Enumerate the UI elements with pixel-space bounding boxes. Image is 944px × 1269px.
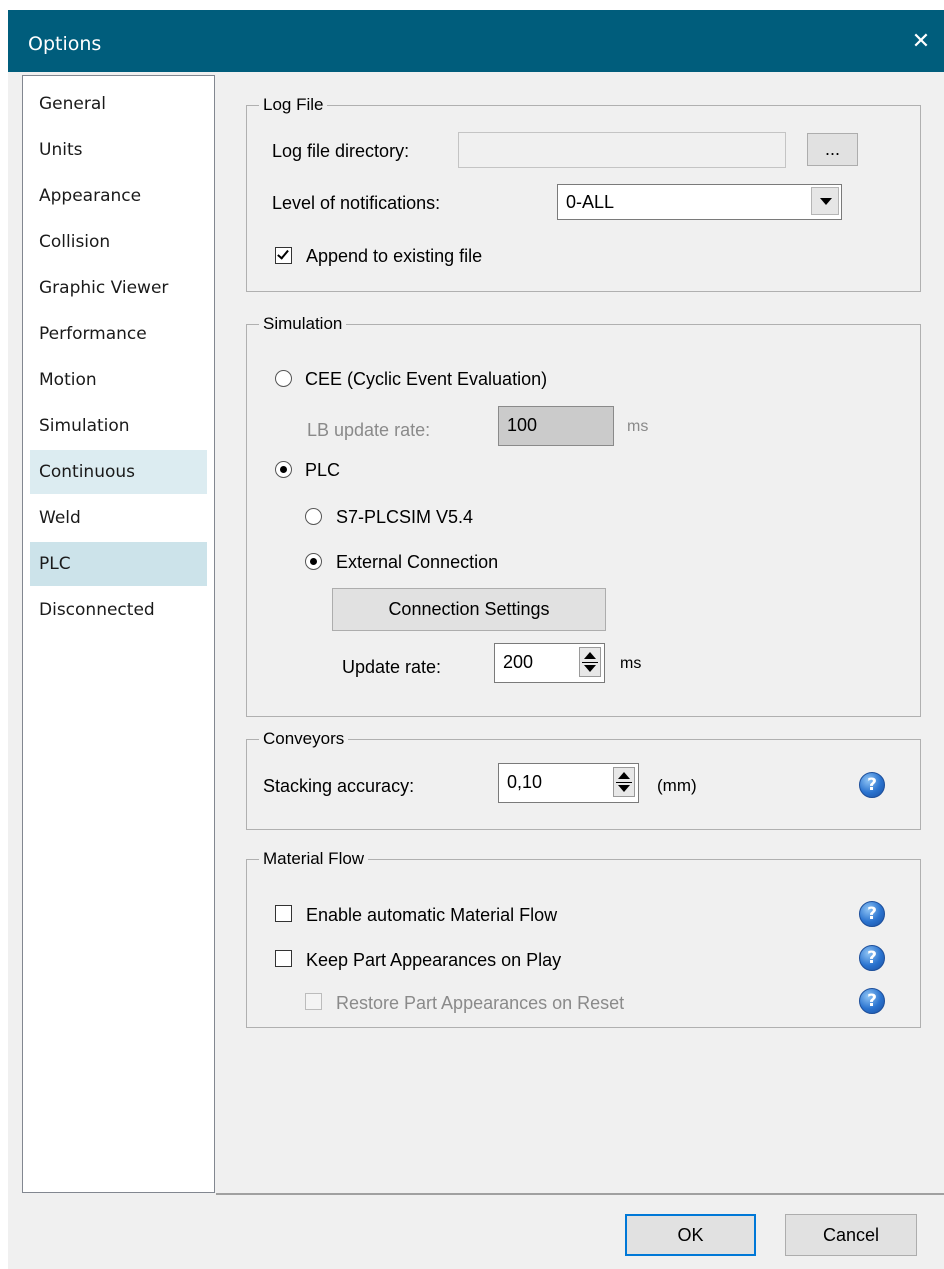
help-icon[interactable]: ? — [859, 988, 885, 1014]
update-rate-label: Update rate: — [342, 657, 442, 677]
log-directory-input[interactable] — [458, 132, 786, 168]
close-icon[interactable]: ✕ — [898, 10, 944, 72]
nav-item-motion[interactable]: Motion — [30, 358, 207, 402]
browse-button[interactable]: ... — [807, 133, 858, 166]
nav-item-continuous[interactable]: Continuous — [30, 450, 207, 494]
external-connection-radio[interactable] — [305, 553, 322, 570]
nav-item-general[interactable]: General — [30, 82, 207, 126]
append-label[interactable]: Append to existing file — [306, 245, 482, 267]
plc-radio[interactable] — [275, 461, 292, 478]
spin-arrows-icon[interactable] — [579, 647, 601, 677]
material-flow-legend: Material Flow — [259, 848, 369, 870]
help-icon[interactable]: ? — [859, 772, 885, 798]
notification-level-label: Level of notifications: — [272, 193, 441, 213]
chevron-down-icon[interactable] — [811, 187, 839, 215]
notification-level-value: 0-ALL — [566, 192, 615, 212]
nav-item-plc[interactable]: PLC — [30, 542, 207, 586]
enable-material-flow-label[interactable]: Enable automatic Material Flow — [306, 904, 557, 926]
checkmark-icon — [277, 247, 289, 260]
nav-item-disconnected[interactable]: Disconnected — [30, 588, 207, 632]
conveyors-group: Conveyors Stacking accuracy: 0,10 (mm) ? — [246, 728, 921, 830]
content-divider — [216, 1193, 944, 1195]
restore-part-appearances-checkbox[interactable] — [305, 993, 322, 1010]
ok-button[interactable]: OK — [625, 1214, 756, 1256]
log-directory-label: Log file directory: — [272, 141, 410, 161]
keep-part-appearances-label[interactable]: Keep Part Appearances on Play — [306, 949, 561, 971]
nav-item-weld[interactable]: Weld — [30, 496, 207, 540]
notification-level-select[interactable]: 0-ALL — [557, 184, 842, 220]
options-dialog: Options ✕ General Units Appearance Colli… — [8, 10, 944, 1269]
conveyors-legend: Conveyors — [259, 728, 349, 750]
nav-item-performance[interactable]: Performance — [30, 312, 207, 356]
radio-dot-icon — [310, 558, 317, 565]
simulation-group: Simulation CEE (Cyclic Event Evaluation)… — [246, 313, 921, 717]
stacking-accuracy-label: Stacking accuracy: — [263, 776, 415, 796]
nav-item-collision[interactable]: Collision — [30, 220, 207, 264]
options-category-list: General Units Appearance Collision Graph… — [22, 75, 215, 1193]
cee-label[interactable]: CEE (Cyclic Event Evaluation) — [305, 368, 547, 390]
title-bar: Options ✕ — [8, 10, 944, 72]
plcsim-label[interactable]: S7-PLCSIM V5.4 — [336, 506, 473, 528]
simulation-legend: Simulation — [259, 313, 347, 335]
append-checkbox[interactable] — [275, 247, 292, 264]
connection-settings-button[interactable]: Connection Settings — [332, 588, 606, 631]
log-file-legend: Log File — [259, 94, 328, 116]
restore-part-appearances-label: Restore Part Appearances on Reset — [336, 993, 625, 1013]
plcsim-radio[interactable] — [305, 508, 322, 525]
window-title: Options — [28, 33, 102, 55]
stacking-accuracy-value: 0,10 — [507, 772, 543, 792]
nav-item-graphic-viewer[interactable]: Graphic Viewer — [30, 266, 207, 310]
lb-update-rate-label: LB update rate: — [307, 420, 431, 440]
material-flow-group: Material Flow Enable automatic Material … — [246, 848, 921, 1028]
log-file-group: Log File Log file directory: ... Level o… — [246, 94, 921, 292]
external-connection-label[interactable]: External Connection — [336, 551, 498, 573]
stacking-accuracy-stepper[interactable]: 0,10 — [498, 763, 639, 803]
spin-arrows-icon[interactable] — [613, 767, 635, 797]
cee-radio[interactable] — [275, 370, 292, 387]
lb-update-rate-unit: ms — [627, 418, 649, 435]
help-icon[interactable]: ? — [859, 945, 885, 971]
enable-material-flow-checkbox[interactable] — [275, 905, 292, 922]
nav-item-simulation[interactable]: Simulation — [30, 404, 207, 448]
lb-update-rate-input[interactable]: 100 — [498, 406, 614, 446]
radio-dot-icon — [280, 466, 287, 473]
keep-part-appearances-checkbox[interactable] — [275, 950, 292, 967]
help-icon[interactable]: ? — [859, 901, 885, 927]
plc-label[interactable]: PLC — [305, 459, 340, 481]
update-rate-stepper[interactable]: 200 — [494, 643, 605, 683]
nav-item-appearance[interactable]: Appearance — [30, 174, 207, 218]
update-rate-unit: ms — [620, 655, 642, 672]
update-rate-value: 200 — [503, 652, 534, 672]
nav-item-units[interactable]: Units — [30, 128, 207, 172]
cancel-button[interactable]: Cancel — [785, 1214, 917, 1256]
stacking-accuracy-unit: (mm) — [657, 776, 697, 795]
